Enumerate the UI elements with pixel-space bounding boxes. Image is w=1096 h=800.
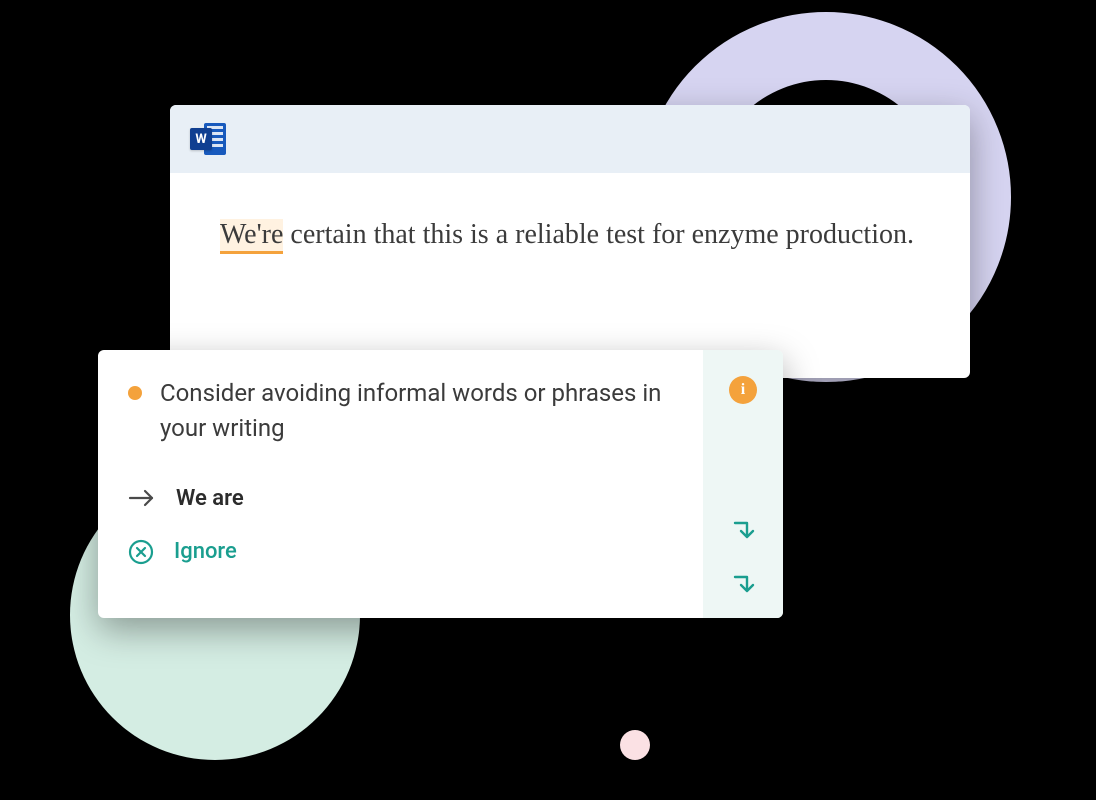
- suggestion-sidebar: i: [703, 350, 783, 618]
- replace-suggestion-button[interactable]: We are: [128, 472, 673, 525]
- suggestion-main: Consider avoiding informal words or phra…: [98, 350, 703, 618]
- ignore-button[interactable]: Ignore: [128, 525, 673, 579]
- arrow-right-icon: [128, 488, 156, 508]
- warning-dot-icon: [128, 386, 142, 400]
- suggestion-popup: Consider avoiding informal words or phra…: [98, 350, 783, 618]
- x-circle-icon: [128, 539, 154, 565]
- decorative-dot-pink: [620, 730, 650, 760]
- apply-down-icon[interactable]: [730, 572, 756, 598]
- replacement-text: We are: [176, 486, 244, 511]
- suggestion-title: Consider avoiding informal words or phra…: [160, 376, 673, 446]
- apply-down-icon[interactable]: [730, 518, 756, 544]
- suggestion-header: Consider avoiding informal words or phra…: [128, 376, 673, 446]
- info-icon: i: [741, 381, 745, 399]
- document-card: W We're certain that this is a reliable …: [170, 105, 970, 378]
- info-button[interactable]: i: [729, 376, 757, 404]
- ignore-label: Ignore: [174, 539, 237, 564]
- flagged-word[interactable]: We're: [220, 219, 283, 254]
- document-rest-text: certain that this is a reliable test for…: [283, 219, 914, 250]
- document-body: We're certain that this is a reliable te…: [170, 173, 970, 378]
- document-text[interactable]: We're certain that this is a reliable te…: [220, 213, 920, 258]
- document-header: W: [170, 105, 970, 173]
- word-app-icon: W: [190, 121, 226, 157]
